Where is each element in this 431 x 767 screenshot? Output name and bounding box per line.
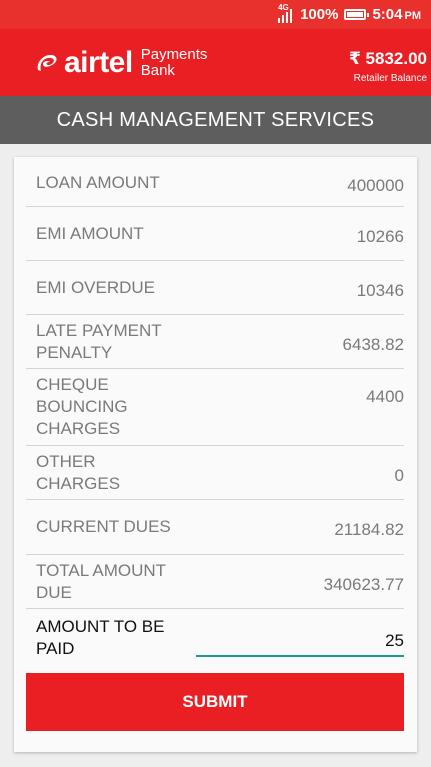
detail-label: OTHER CHARGES (36, 451, 121, 493)
detail-value: 21184.82 (334, 520, 404, 539)
battery-icon (344, 9, 370, 20)
detail-value: 0 (394, 465, 404, 485)
logo-subtitle: Payments Bank (141, 47, 208, 79)
airtel-swoosh-icon (37, 54, 57, 71)
detail-label: EMI OVERDUE (36, 277, 156, 297)
detail-value: 6438.82 (342, 334, 404, 354)
loan-details-card: LOAN AMOUNT 400000 EMI AMOUNT 10266 EMI … (14, 157, 417, 752)
retailer-balance: ₹ 5832.00 Retailer Balance (349, 49, 427, 84)
detail-row-total-amount-due: TOTAL AMOUNT DUE 340623.77 (26, 555, 404, 609)
status-indicators: 4G 100% 5:04 PM (276, 0, 421, 29)
app-header: airtel Payments Bank ₹ 5832.00 Retailer … (0, 29, 431, 96)
airtel-payments-bank-logo: airtel Payments Bank (34, 47, 207, 79)
detail-row-cheque-bouncing-charges: CHEQUE BOUNCING CHARGES 4400 (26, 369, 404, 446)
page-title: CASH MANAGEMENT SERVICES (0, 96, 431, 144)
clock: 5:04 PM (372, 6, 421, 23)
amount-to-pay-row: AMOUNT TO BE PAID (26, 612, 404, 672)
submit-button[interactable]: SUBMIT (26, 673, 404, 731)
battery-percent: 100% (300, 6, 339, 23)
detail-row-emi-overdue: EMI OVERDUE 10346 (26, 261, 404, 315)
detail-label: CURRENT DUES (36, 517, 171, 536)
logo-wordmark: airtel (64, 46, 133, 79)
status-bar: 4G 100% 5:04 PM (0, 0, 431, 29)
detail-row-late-payment-penalty: LATE PAYMENT PENALTY 6438.82 (26, 315, 404, 369)
detail-row-current-dues: CURRENT DUES 21184.82 (26, 500, 404, 555)
detail-row-emi-amount: EMI AMOUNT 10266 (26, 207, 404, 261)
detail-value: 400000 (347, 175, 404, 195)
detail-value: 10346 (356, 280, 404, 300)
loan-details-list[interactable]: LOAN AMOUNT 400000 EMI AMOUNT 10266 EMI … (26, 157, 404, 609)
detail-label: EMI AMOUNT (36, 223, 144, 243)
signal-icon: 4G (276, 2, 294, 24)
detail-label: TOTAL AMOUNT DUE (36, 560, 166, 602)
network-type: 4G (278, 2, 289, 12)
amount-to-pay-input[interactable] (196, 627, 404, 657)
detail-label: CHEQUE BOUNCING CHARGES (36, 375, 128, 438)
balance-label: Retailer Balance (353, 73, 427, 84)
clock-ampm: PM (404, 10, 422, 22)
detail-row-other-charges: OTHER CHARGES 0 (26, 446, 404, 500)
detail-value: 4400 (366, 387, 404, 406)
detail-value: 340623.77 (323, 574, 404, 594)
detail-label: LOAN AMOUNT (36, 172, 160, 192)
logo-subtitle-line1: Payments (140, 46, 208, 63)
detail-value: 10266 (356, 226, 404, 246)
detail-row-loan-amount: LOAN AMOUNT 400000 (26, 157, 404, 207)
balance-amount: ₹ 5832.00 (348, 49, 427, 68)
amount-to-pay-label: AMOUNT TO BE PAID (36, 617, 165, 658)
logo-subtitle-line2: Bank (140, 62, 175, 79)
clock-time: 5:04 (372, 6, 403, 23)
detail-label: LATE PAYMENT PENALTY (36, 320, 162, 362)
